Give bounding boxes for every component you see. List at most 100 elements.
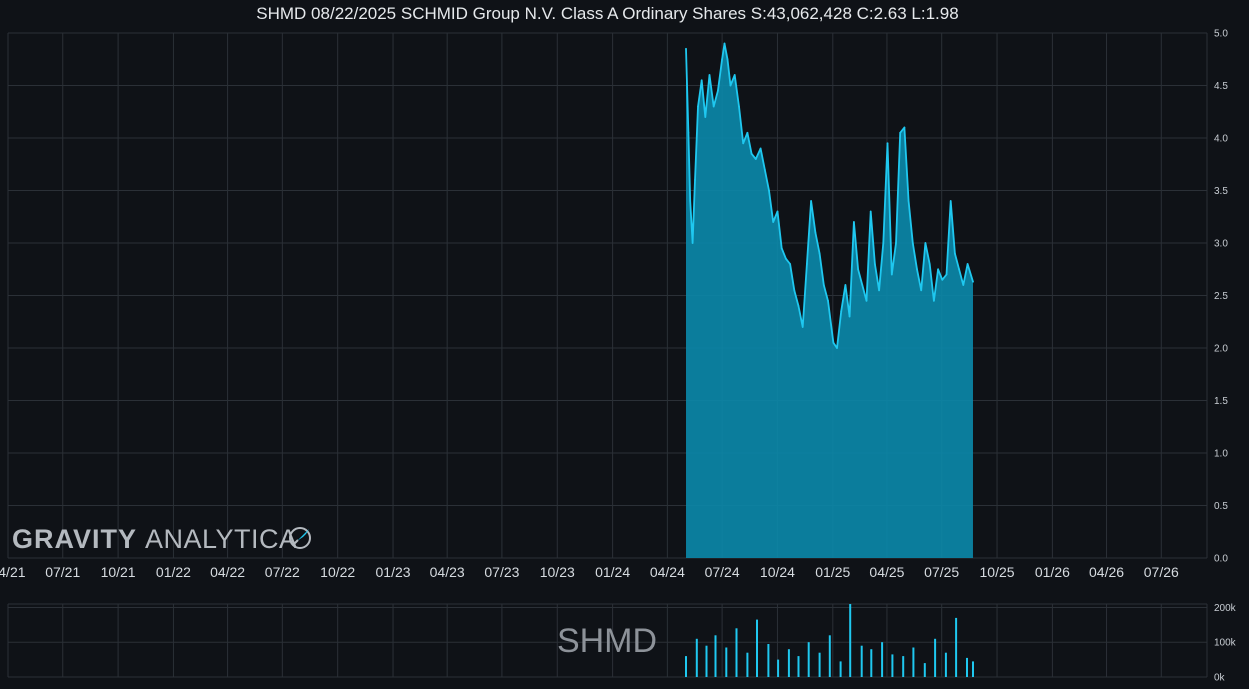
price-point	[832, 341, 835, 344]
price-point	[738, 105, 740, 108]
price-point	[772, 221, 775, 223]
volume-bar	[685, 656, 687, 677]
y-tick-label: 4.0	[1214, 134, 1228, 145]
price-point	[776, 210, 779, 213]
volume-bar	[828, 635, 831, 677]
price-point	[920, 289, 923, 292]
price-area-fill	[686, 43, 973, 558]
x-tick-label: 01/22	[156, 564, 191, 580]
price-point	[886, 142, 889, 145]
price-point	[945, 273, 948, 276]
x-tick-label: 04/21	[0, 564, 26, 580]
price-point	[726, 58, 729, 61]
y-tick-label: 2.0	[1214, 344, 1228, 355]
price-point	[861, 284, 864, 286]
x-tick-label: 07/22	[265, 564, 300, 580]
volume-bar	[746, 652, 749, 677]
volume-bar	[902, 656, 905, 677]
y-tick-label: 1.5	[1214, 396, 1228, 407]
price-point	[924, 242, 927, 244]
y-tick-label: 3.5	[1214, 186, 1228, 197]
price-point	[694, 179, 696, 181]
x-tick-label: 01/24	[595, 564, 630, 580]
price-point	[865, 299, 868, 302]
price-point	[780, 247, 783, 250]
price-point	[733, 74, 736, 76]
volume-bar	[860, 645, 863, 677]
volume-bar	[787, 649, 790, 677]
price-point	[941, 278, 944, 281]
vol-y-tick-label: 0k	[1214, 673, 1226, 684]
price-point	[848, 315, 851, 318]
price-point	[857, 268, 859, 271]
volume-bar	[966, 657, 968, 677]
price-point	[916, 268, 918, 271]
price-point	[717, 89, 719, 92]
price-point	[742, 142, 745, 145]
price-point	[878, 289, 880, 292]
volume-bar	[870, 649, 873, 677]
volume-bar	[756, 619, 758, 677]
price-point	[933, 299, 935, 302]
price-point	[721, 58, 723, 61]
x-tick-label: 04/25	[869, 564, 904, 580]
price-point	[806, 263, 808, 265]
volume-bar	[767, 644, 770, 677]
price-point	[822, 284, 825, 286]
price-point	[937, 268, 939, 271]
volume-bar	[891, 654, 894, 677]
gravity-analytica-logo: GRAVITY ANALYTICA	[12, 524, 311, 554]
volume-bar	[695, 638, 698, 677]
price-point	[723, 42, 726, 45]
volume-bar	[725, 647, 728, 677]
price-point	[691, 242, 694, 244]
price-point	[759, 147, 762, 150]
price-point	[712, 105, 715, 108]
y-tick-label: 3.0	[1214, 239, 1228, 250]
price-point	[954, 252, 956, 255]
price-area-layer	[685, 42, 974, 558]
x-tick-label: 01/23	[376, 564, 411, 580]
vol-y-tick-label: 100k	[1214, 638, 1237, 649]
price-point	[827, 299, 829, 302]
price-point	[972, 280, 974, 283]
price-point	[685, 47, 687, 50]
price-point	[687, 131, 690, 134]
volume-bar	[807, 642, 810, 677]
price-point	[949, 200, 952, 202]
volume-bar	[735, 628, 738, 677]
price-point	[797, 305, 800, 307]
price-point	[818, 252, 821, 255]
price-point	[844, 284, 847, 286]
volume-bar	[839, 661, 842, 677]
x-tick-label: 10/22	[320, 564, 355, 580]
volume-bar	[923, 663, 926, 677]
x-tick-label: 10/23	[540, 564, 575, 580]
volume-y-axis: 0k 100k 200k	[1214, 603, 1237, 684]
price-point	[911, 242, 914, 244]
x-tick-label: 07/21	[45, 564, 80, 580]
price-point	[903, 126, 906, 129]
price-point	[801, 326, 804, 328]
volume-bar	[818, 652, 821, 677]
y-tick-label: 4.5	[1214, 81, 1228, 92]
logo-text-bold: GRAVITY	[12, 524, 137, 554]
volume-bar	[705, 645, 708, 677]
price-point	[700, 79, 703, 82]
y-tick-label: 0.5	[1214, 501, 1228, 512]
x-tick-label: 04/26	[1089, 564, 1124, 580]
x-tick-label: 04/23	[430, 564, 465, 580]
price-point	[836, 347, 838, 349]
ticker-watermark: SHMD	[557, 622, 657, 660]
date-x-axis: 04/21 07/21 10/21 01/22 04/22 07/22 10/22 01/23…	[0, 564, 1179, 580]
price-y-axis: 0.0 0.5 1.0 1.5 2.0 2.5 3.0 3.5 4.0 4.5 5.0	[1214, 29, 1228, 565]
x-tick-label: 01/26	[1035, 564, 1070, 580]
volume-bar	[849, 604, 852, 677]
price-point	[899, 131, 902, 134]
x-tick-label: 04/24	[650, 564, 685, 580]
price-point	[708, 74, 711, 76]
price-point	[785, 257, 787, 260]
price-point	[754, 158, 757, 160]
price-chart: 0.00.51.01.52.02.53.03.54.04.55.0 04/210…	[0, 29, 1237, 684]
x-tick-label: 10/21	[101, 564, 136, 580]
